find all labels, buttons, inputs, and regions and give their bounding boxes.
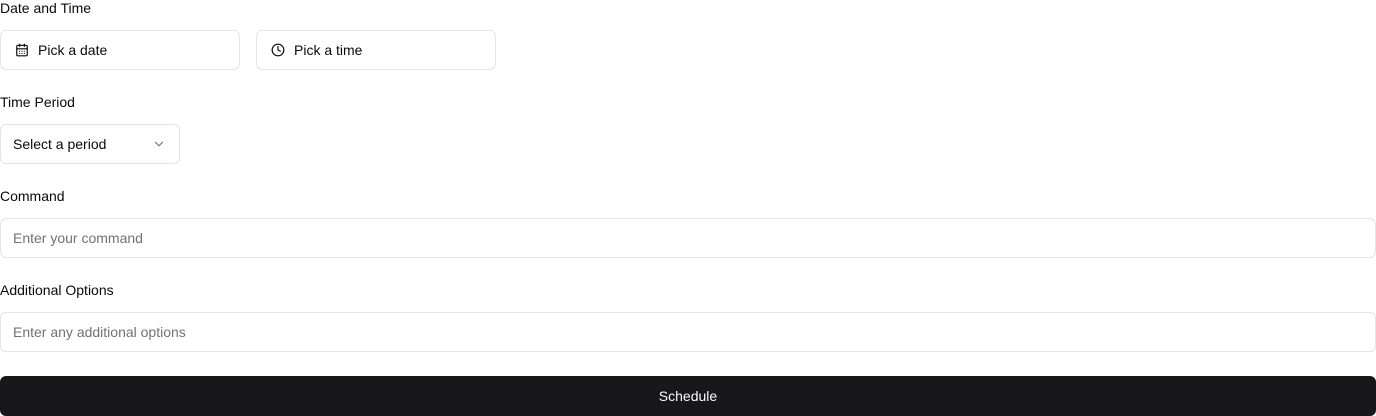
time-picker-text: Pick a time bbox=[294, 42, 363, 58]
schedule-button[interactable]: Schedule bbox=[0, 376, 1376, 416]
time-period-select[interactable]: Select a period bbox=[0, 124, 180, 164]
calendar-icon bbox=[14, 42, 30, 58]
additional-options-label: Additional Options bbox=[0, 282, 114, 298]
schedule-form: Date and Time Pick a date Pick a time Ti… bbox=[0, 0, 1376, 416]
time-picker-button[interactable]: Pick a time bbox=[256, 30, 496, 70]
date-time-label: Date and Time bbox=[0, 0, 92, 16]
date-picker-text: Pick a date bbox=[38, 42, 108, 58]
command-input[interactable] bbox=[0, 218, 1376, 258]
date-picker-button[interactable]: Pick a date bbox=[0, 30, 240, 70]
command-label: Command bbox=[0, 188, 65, 204]
clock-icon bbox=[270, 42, 286, 58]
additional-options-input[interactable] bbox=[0, 312, 1376, 352]
time-period-select-text: Select a period bbox=[13, 136, 107, 152]
time-period-label: Time Period bbox=[0, 94, 75, 110]
chevron-down-icon bbox=[151, 136, 167, 152]
